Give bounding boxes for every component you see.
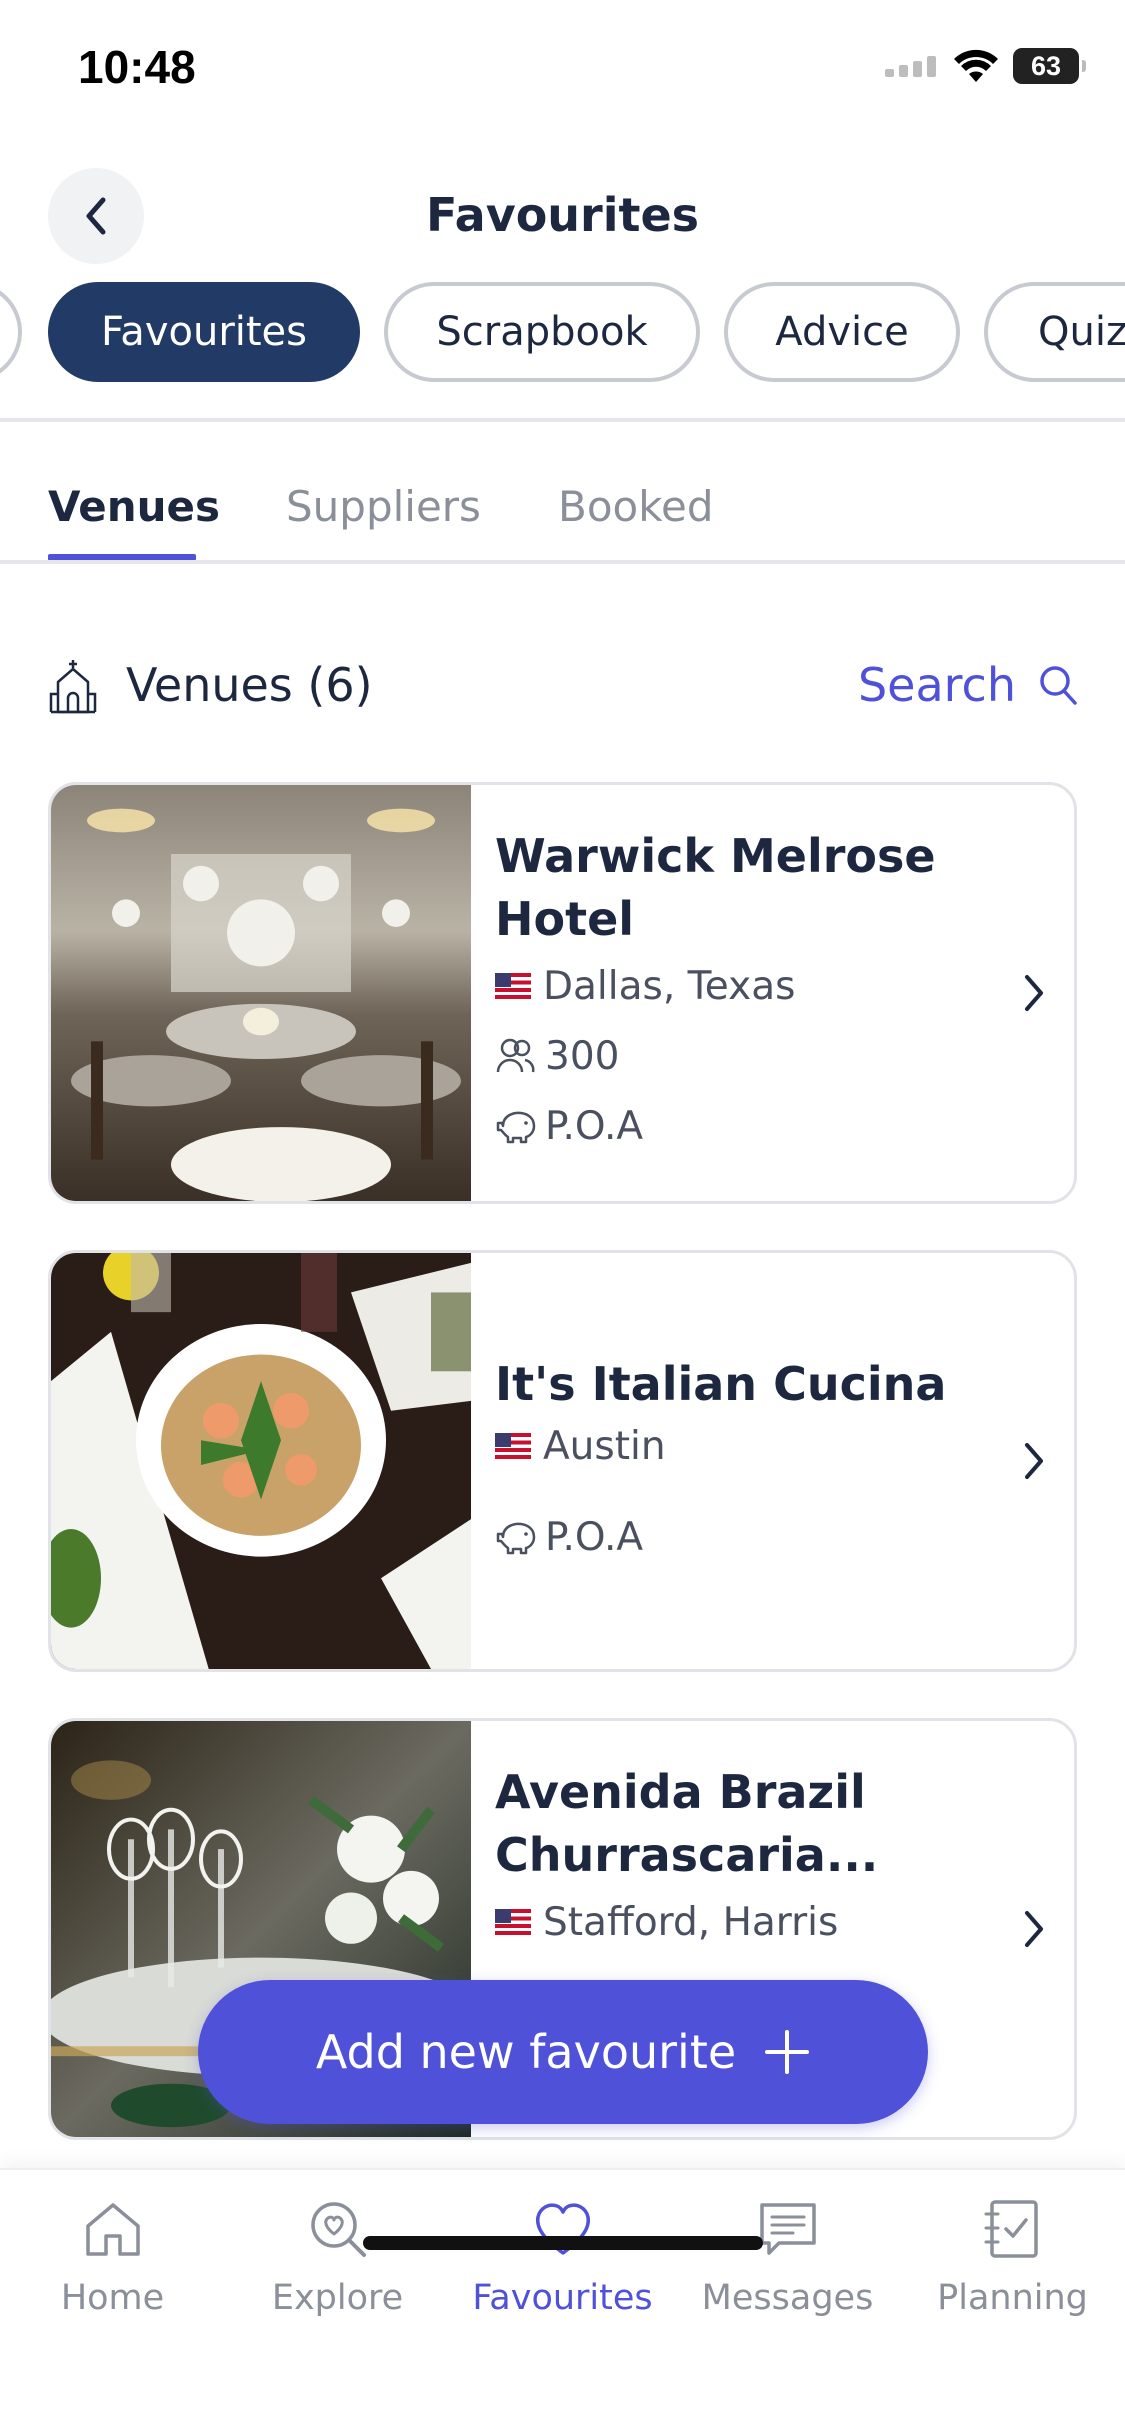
tab-suppliers[interactable]: Suppliers bbox=[286, 482, 481, 531]
divider bbox=[0, 418, 1125, 422]
message-icon bbox=[759, 2203, 816, 2255]
venue-name: Warwick Melrose Hotel bbox=[495, 829, 936, 946]
pill-advice[interactable]: Advice bbox=[724, 282, 960, 382]
venue-price: P.O.A bbox=[495, 1502, 994, 1572]
nav-home[interactable]: Home bbox=[0, 2198, 225, 2348]
chevron-right-icon bbox=[1025, 1911, 1043, 1947]
venue-name: Avenida Brazil Churrascaria... bbox=[495, 1765, 879, 1882]
us-flag-icon bbox=[495, 1433, 531, 1459]
search-button[interactable]: Search bbox=[858, 658, 1078, 712]
venue-location: Austin bbox=[495, 1416, 994, 1476]
venue-details: It's Italian Cucina Austin P.O.A bbox=[495, 1253, 994, 1669]
venue-capacity: 300 bbox=[495, 1021, 994, 1091]
nav-favourites[interactable]: Favourites bbox=[450, 2198, 675, 2348]
price-text: P.O.A bbox=[545, 1514, 644, 1560]
add-new-favourite-button[interactable]: Add new favourite bbox=[198, 1980, 928, 2124]
venue-name: It's Italian Cucina bbox=[495, 1357, 947, 1411]
battery-indicator: 63 bbox=[1013, 48, 1086, 84]
section-header: Venues (6) Search bbox=[48, 650, 1078, 722]
home-icon bbox=[85, 2203, 140, 2256]
plus-icon bbox=[765, 2030, 810, 2074]
us-flag-icon bbox=[495, 973, 531, 999]
nav-planning[interactable]: Planning bbox=[900, 2198, 1125, 2348]
tab-venues[interactable]: Venues bbox=[48, 482, 220, 531]
venue-image bbox=[51, 785, 471, 1201]
nav-messages-label: Messages bbox=[701, 2278, 874, 2318]
pill-quiz[interactable]: Quiz bbox=[984, 282, 1125, 382]
nav-messages[interactable]: Messages bbox=[675, 2198, 900, 2348]
pill-favourites[interactable]: Favourites bbox=[48, 282, 360, 382]
location-text: Austin bbox=[543, 1423, 666, 1469]
venue-card[interactable]: Warwick Melrose Hotel Dallas, Texas 300 bbox=[48, 782, 1077, 1204]
location-text: Stafford, Harris bbox=[543, 1899, 839, 1945]
venue-details: Warwick Melrose Hotel Dallas, Texas 300 bbox=[495, 785, 994, 1201]
page-title: Favourites bbox=[425, 188, 700, 242]
divider bbox=[0, 560, 1125, 564]
nav-home-label: Home bbox=[60, 2278, 165, 2318]
status-icons: 63 bbox=[885, 48, 1086, 84]
venue-price: P.O.A bbox=[495, 1091, 994, 1161]
explore-icon bbox=[310, 2202, 366, 2257]
planning-checklist-icon bbox=[984, 2200, 1038, 2258]
nav-explore-label: Explore bbox=[271, 2278, 404, 2318]
nav-explore[interactable]: Explore bbox=[225, 2198, 450, 2348]
guests-icon bbox=[496, 1038, 535, 1073]
search-label: Search bbox=[857, 658, 1016, 712]
sub-tabs: Venues Suppliers Booked bbox=[0, 470, 1125, 566]
heart-icon bbox=[535, 2203, 590, 2255]
venue-location: Dallas, Texas bbox=[495, 951, 994, 1021]
pill-previous[interactable] bbox=[0, 282, 22, 382]
section-title: Venues (6) bbox=[126, 658, 373, 712]
venue-building-icon bbox=[49, 660, 97, 714]
bottom-nav: Home Explore Favourites Messages Plannin… bbox=[0, 2168, 1125, 2436]
piggy-bank-icon bbox=[496, 1111, 536, 1144]
wifi-icon bbox=[954, 49, 998, 82]
venue-image bbox=[51, 1253, 471, 1669]
header: Favourites bbox=[0, 160, 1125, 270]
piggy-bank-icon bbox=[496, 1522, 536, 1555]
chevron-right-icon bbox=[1025, 1443, 1043, 1479]
venue-card[interactable]: It's Italian Cucina Austin P.O.A bbox=[48, 1250, 1077, 1672]
cellular-signal-icon bbox=[885, 56, 936, 77]
tab-booked[interactable]: Booked bbox=[558, 482, 714, 531]
pill-scrapbook[interactable]: Scrapbook bbox=[384, 282, 700, 382]
us-flag-icon bbox=[495, 1909, 531, 1935]
status-bar: 10:48 63 bbox=[0, 0, 1125, 140]
nav-favourites-label: Favourites bbox=[472, 2278, 653, 2318]
venue-location: Stafford, Harris bbox=[495, 1887, 994, 1957]
nav-planning-label: Planning bbox=[937, 2278, 1088, 2318]
search-icon bbox=[1040, 666, 1077, 705]
home-indicator[interactable] bbox=[363, 2236, 763, 2250]
location-text: Dallas, Texas bbox=[543, 963, 796, 1009]
chevron-right-icon bbox=[1025, 975, 1043, 1011]
status-time: 10:48 bbox=[78, 41, 196, 93]
price-text: P.O.A bbox=[545, 1103, 644, 1149]
fab-label: Add new favourite bbox=[315, 2025, 737, 2079]
capacity-text: 300 bbox=[545, 1033, 620, 1079]
category-pills: Favourites Scrapbook Advice Quiz bbox=[0, 282, 1125, 384]
